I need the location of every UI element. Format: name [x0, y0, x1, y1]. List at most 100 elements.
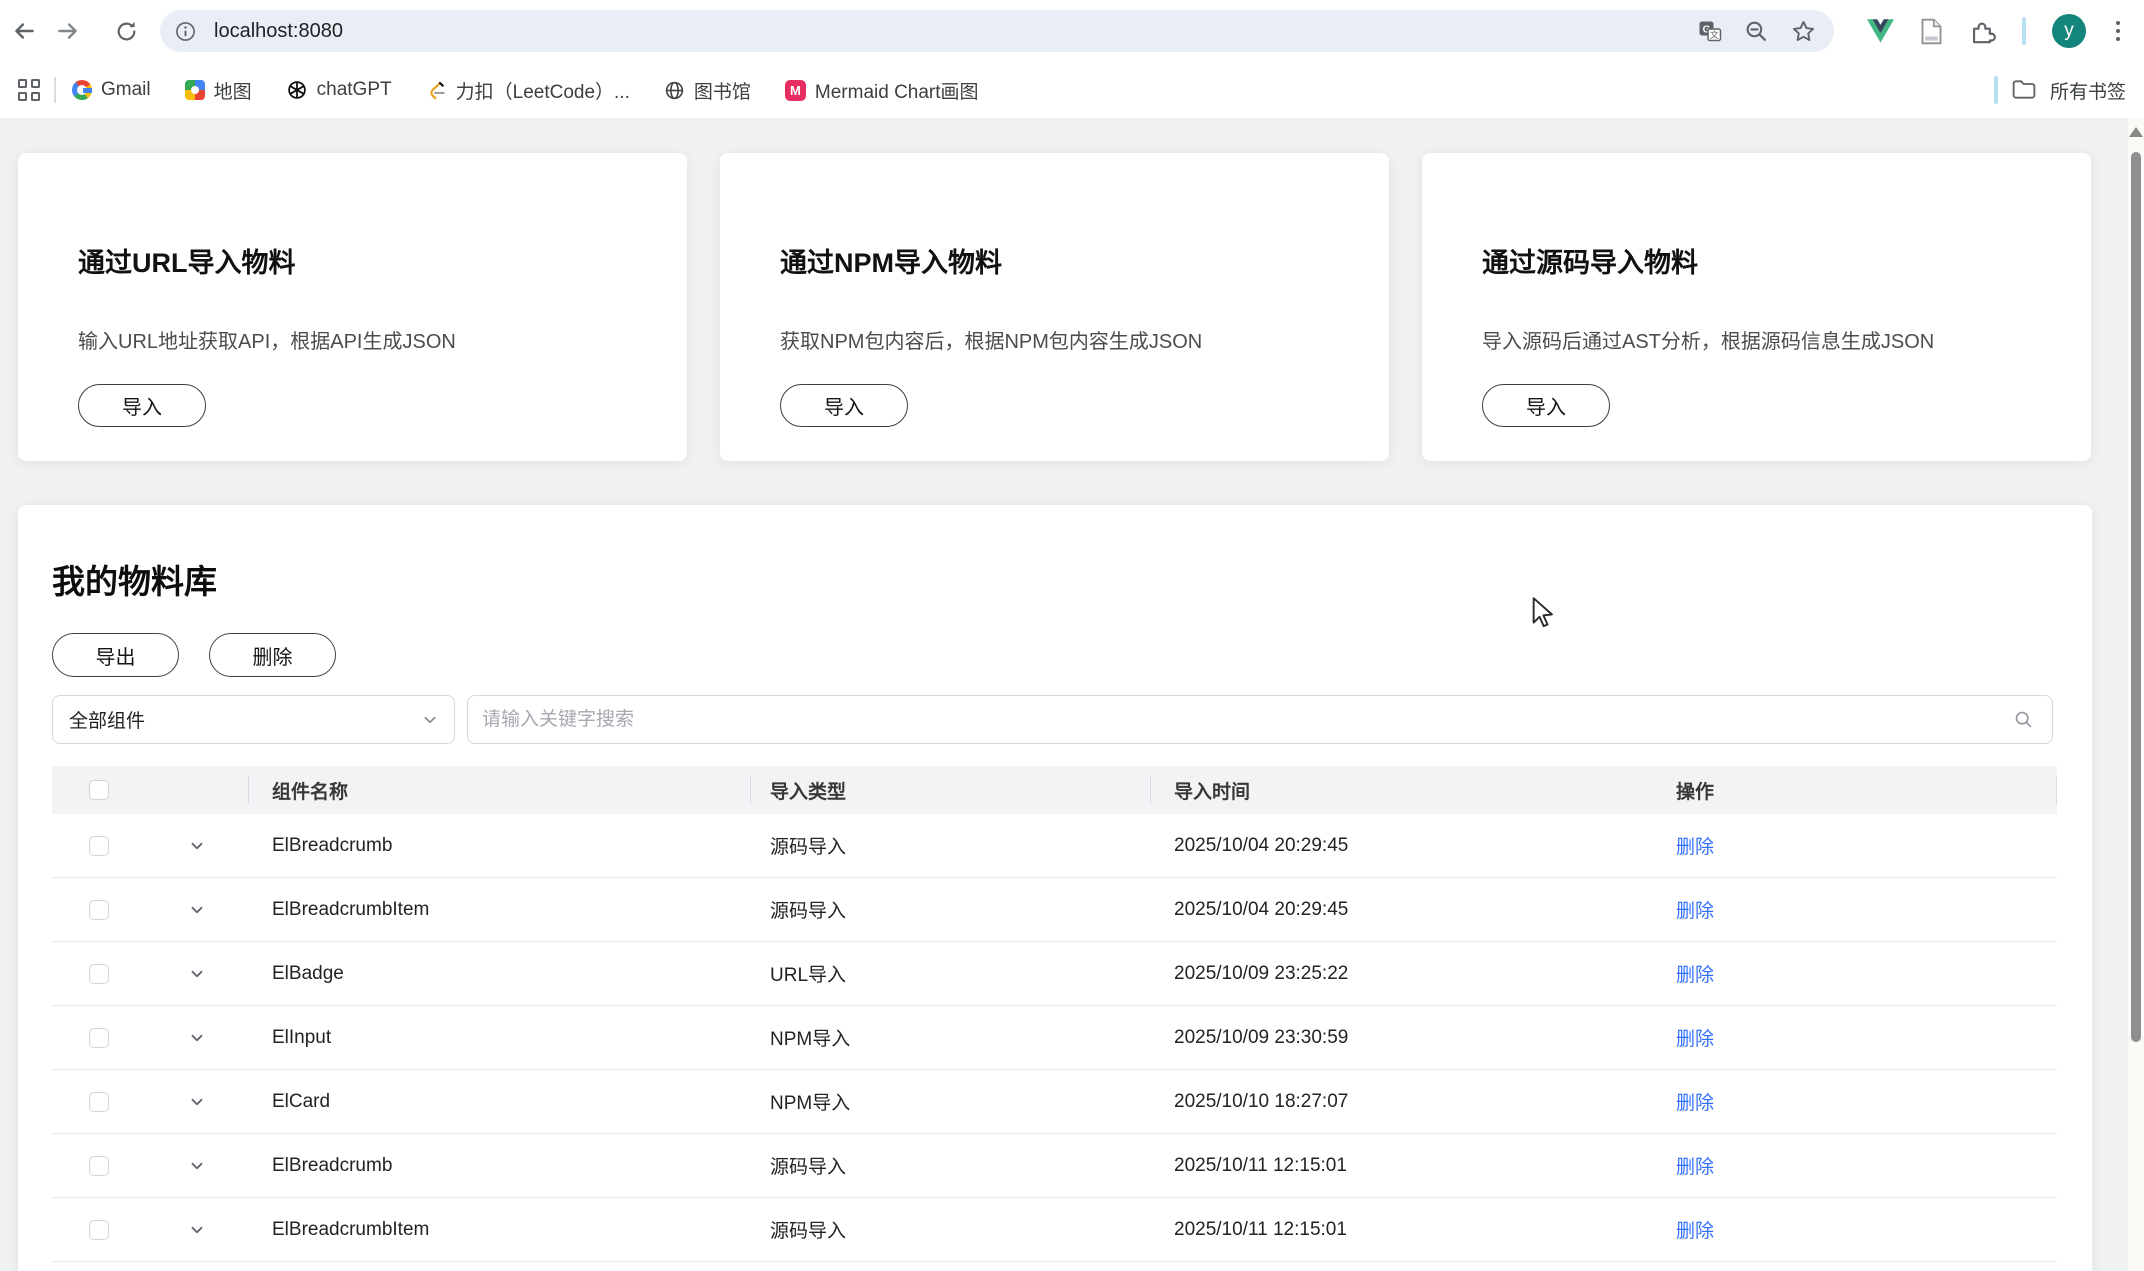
materials-table: 组件名称 导入类型 导入时间 操作 ElBreadcrumb 源码导入 2025… [52, 766, 2057, 1262]
all-bookmarks-button[interactable]: 所有书签 [2050, 77, 2126, 104]
table-row: ElBreadcrumb 源码导入 2025/10/04 20:29:45 删除 [52, 814, 2057, 878]
import-cards: 通过URL导入物料 输入URL地址获取API，根据API生成JSON 导入 通过… [18, 153, 2091, 461]
bookmark-star-icon[interactable] [1791, 19, 1816, 44]
forward-button[interactable] [48, 11, 88, 51]
selected-filter-value: 全部组件 [69, 706, 422, 733]
url-text: localhost:8080 [214, 20, 1698, 43]
table-row: ElBreadcrumbItem 源码导入 2025/10/04 20:29:4… [52, 878, 2057, 942]
component-filter-select[interactable]: 全部组件 [52, 695, 455, 744]
row-checkbox[interactable] [89, 1156, 109, 1176]
table-row: ElCard NPM导入 2025/10/10 18:27:07 删除 [52, 1070, 2057, 1134]
bookmark-mermaid[interactable]: M Mermaid Chart画图 [785, 77, 979, 104]
row-expand-toggle[interactable] [145, 1198, 248, 1261]
row-expand-toggle[interactable] [145, 814, 248, 877]
import-type: 源码导入 [750, 814, 1150, 877]
header-component-name: 组件名称 [248, 766, 750, 814]
delete-button[interactable]: 删除 [209, 633, 336, 677]
document-extension-icon[interactable] [1920, 18, 1943, 45]
page-scrollbar[interactable] [2128, 118, 2144, 1271]
component-name: ElBreadcrumb [248, 1134, 750, 1197]
card-import-url: 通过URL导入物料 输入URL地址获取API，根据API生成JSON 导入 [18, 153, 687, 461]
chevron-down-icon [189, 1030, 205, 1046]
row-expand-toggle[interactable] [145, 1006, 248, 1069]
component-name: ElCard [248, 1070, 750, 1133]
svg-text:文: 文 [1710, 29, 1719, 40]
bookmarks-right-divider [1994, 76, 1998, 104]
chevron-down-icon [189, 1158, 205, 1174]
bookmark-gmail[interactable]: Gmail [72, 79, 151, 101]
gmail-icon [72, 80, 92, 100]
component-name: ElBadge [248, 942, 750, 1005]
browser-menu-button[interactable] [2112, 17, 2124, 45]
row-checkbox[interactable] [89, 900, 109, 920]
import-url-button[interactable]: 导入 [78, 384, 206, 427]
row-expand-toggle[interactable] [145, 1134, 248, 1197]
card-title: 通过URL导入物料 [78, 241, 627, 280]
card-title: 通过NPM导入物料 [780, 241, 1329, 280]
import-source-button[interactable]: 导入 [1482, 384, 1610, 427]
apps-grid-icon[interactable] [18, 79, 40, 101]
back-arrow-icon [11, 18, 37, 44]
table-header: 组件名称 导入类型 导入时间 操作 [52, 766, 2057, 814]
bookmarks-divider [54, 77, 56, 103]
info-icon [175, 21, 196, 42]
row-expand-toggle[interactable] [145, 878, 248, 941]
scrollbar-up-arrow-icon[interactable] [2129, 127, 2143, 137]
bookmark-chatgpt[interactable]: chatGPT [286, 79, 392, 101]
browser-toolbar: localhost:8080 G文 y [0, 0, 2144, 62]
row-delete-link[interactable]: 删除 [1676, 1152, 1714, 1179]
zoom-out-icon[interactable] [1744, 19, 1769, 44]
card-description: 导入源码后通过AST分析，根据源码信息生成JSON [1482, 325, 2031, 354]
component-name: ElInput [248, 1006, 750, 1069]
component-name: ElBreadcrumbItem [248, 1198, 750, 1261]
scrollbar-thumb[interactable] [2131, 152, 2141, 1042]
row-checkbox[interactable] [89, 1092, 109, 1112]
search-input[interactable] [482, 709, 2013, 731]
row-delete-link[interactable]: 删除 [1676, 832, 1714, 859]
folder-icon [2012, 80, 2036, 100]
import-time: 2025/10/11 12:15:01 [1150, 1198, 1656, 1261]
material-library-panel: 我的物料库 导出 删除 全部组件 组件名称 [18, 505, 2092, 1271]
card-title: 通过源码导入物料 [1482, 241, 2031, 280]
back-button[interactable] [4, 11, 44, 51]
maps-icon [185, 80, 205, 100]
card-description: 获取NPM包内容后，根据NPM包内容生成JSON [780, 325, 1329, 354]
chevron-down-icon [189, 966, 205, 982]
export-button[interactable]: 导出 [52, 633, 179, 677]
table-row: ElBreadcrumbItem 源码导入 2025/10/11 12:15:0… [52, 1198, 2057, 1262]
url-bar[interactable]: localhost:8080 G文 [160, 10, 1834, 52]
site-info-button[interactable] [168, 14, 202, 48]
vue-extension-icon[interactable] [1867, 19, 1894, 43]
translate-icon[interactable]: G文 [1698, 19, 1722, 43]
row-checkbox[interactable] [89, 964, 109, 984]
row-checkbox[interactable] [89, 1220, 109, 1240]
import-time: 2025/10/09 23:25:22 [1150, 942, 1656, 1005]
globe-icon [664, 80, 685, 101]
bookmark-library[interactable]: 图书馆 [664, 77, 751, 104]
row-delete-link[interactable]: 删除 [1676, 960, 1714, 987]
search-icon[interactable] [2013, 709, 2034, 730]
bookmark-leetcode[interactable]: 力扣（LeetCode）... [426, 77, 630, 104]
component-name: ElBreadcrumb [248, 814, 750, 877]
import-type: 源码导入 [750, 1198, 1150, 1261]
row-expand-toggle[interactable] [145, 1070, 248, 1133]
extensions-puzzle-icon[interactable] [1969, 18, 1996, 45]
sidepanel-divider [2022, 17, 2026, 45]
row-delete-link[interactable]: 删除 [1676, 896, 1714, 923]
row-delete-link[interactable]: 删除 [1676, 1216, 1714, 1243]
chevron-down-icon [189, 1094, 205, 1110]
component-name: ElBreadcrumbItem [248, 878, 750, 941]
row-expand-toggle[interactable] [145, 942, 248, 1005]
row-checkbox[interactable] [89, 836, 109, 856]
import-type: 源码导入 [750, 878, 1150, 941]
import-type: NPM导入 [750, 1070, 1150, 1133]
row-delete-link[interactable]: 删除 [1676, 1024, 1714, 1051]
profile-avatar[interactable]: y [2052, 14, 2086, 48]
reload-button[interactable] [106, 11, 146, 51]
bookmark-maps[interactable]: 地图 [185, 77, 252, 104]
row-delete-link[interactable]: 删除 [1676, 1088, 1714, 1115]
select-all-checkbox[interactable] [89, 780, 109, 800]
table-row: ElBadge URL导入 2025/10/09 23:25:22 删除 [52, 942, 2057, 1006]
row-checkbox[interactable] [89, 1028, 109, 1048]
import-npm-button[interactable]: 导入 [780, 384, 908, 427]
